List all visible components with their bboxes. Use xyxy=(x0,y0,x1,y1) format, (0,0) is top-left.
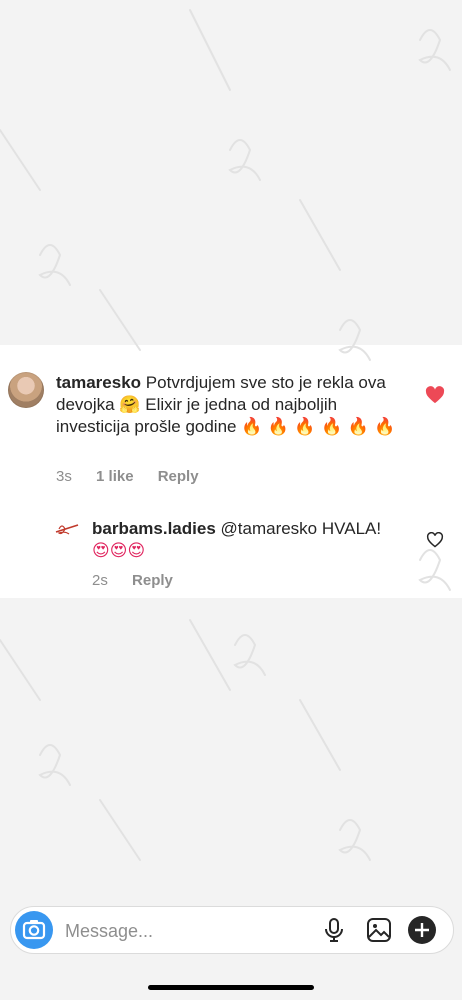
heart-eyes-emoji: 😍😍😍 xyxy=(92,541,146,561)
avatar[interactable] xyxy=(54,520,80,540)
comment-meta: 3s 1 like Reply xyxy=(56,468,219,485)
comment-text: HVALA! xyxy=(321,519,382,538)
hugging-face-emoji: 🤗 xyxy=(119,395,141,415)
mention-link[interactable]: @tamaresko xyxy=(221,519,318,538)
reply-button[interactable]: Reply xyxy=(158,468,199,485)
heart-outline-icon[interactable] xyxy=(426,532,444,548)
background-band-top xyxy=(0,0,462,345)
more-button[interactable] xyxy=(407,915,437,945)
comment-body: tamaresko Potvrdjujem sve sto je rekla o… xyxy=(56,372,396,438)
comment-username[interactable]: tamaresko xyxy=(56,373,141,392)
camera-button[interactable] xyxy=(15,911,53,949)
comment-meta: 2s Reply xyxy=(92,572,193,589)
message-input[interactable] xyxy=(63,919,267,943)
comment-likes[interactable]: 1 like xyxy=(96,468,134,485)
message-composer xyxy=(10,906,454,954)
gallery-button[interactable] xyxy=(366,917,392,943)
reply-button[interactable]: Reply xyxy=(132,572,173,589)
home-indicator xyxy=(148,985,314,990)
avatar[interactable] xyxy=(8,372,44,408)
microphone-button[interactable] xyxy=(323,917,345,943)
comment-body: barbams.ladies @tamaresko HVALA! 😍😍😍 xyxy=(92,518,412,562)
microphone-icon xyxy=(325,918,343,942)
heart-filled-icon[interactable] xyxy=(425,386,445,404)
comment-time: 3s xyxy=(56,468,72,485)
comment-username[interactable]: barbams.ladies xyxy=(92,519,216,538)
fire-emoji: 🔥 🔥 🔥 🔥 🔥 🔥 xyxy=(241,417,396,437)
gallery-icon xyxy=(367,918,391,942)
comment-time: 2s xyxy=(92,572,108,589)
plus-icon xyxy=(408,916,436,944)
camera-icon xyxy=(22,920,46,940)
